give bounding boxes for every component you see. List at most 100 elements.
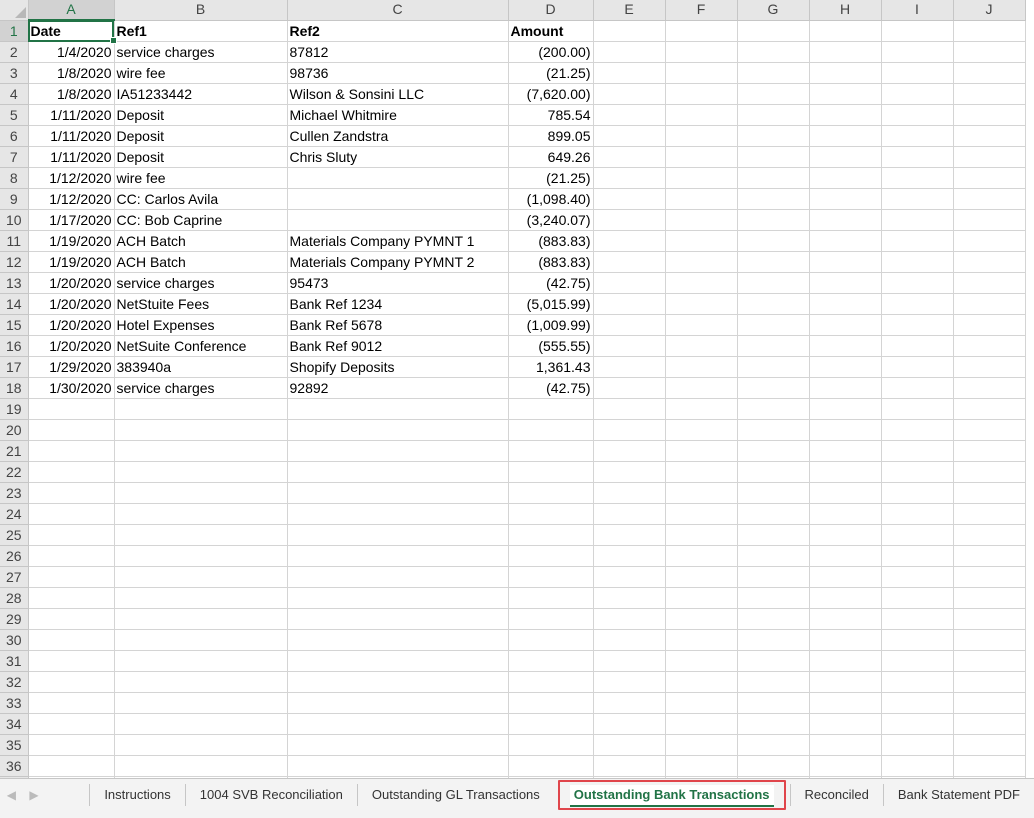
cell-j26[interactable] (953, 545, 1026, 567)
cell-g5[interactable] (737, 104, 810, 126)
column-header-i[interactable]: I (881, 0, 954, 21)
cell-d12[interactable]: (883.83) (508, 251, 594, 273)
cell-j15[interactable] (953, 314, 1026, 336)
cell-a33[interactable] (28, 692, 115, 714)
cell-a9[interactable]: 1/12/2020 (28, 188, 115, 210)
row-header[interactable]: 19 (0, 398, 29, 420)
cell-a31[interactable] (28, 650, 115, 672)
cell-b8[interactable]: wire fee (114, 167, 288, 189)
cell-c3[interactable]: 98736 (287, 62, 509, 84)
row-header[interactable]: 30 (0, 629, 29, 651)
cell-i34[interactable] (881, 713, 954, 735)
cell-c11[interactable]: Materials Company PYMNT 1 (287, 230, 509, 252)
cell-i18[interactable] (881, 377, 954, 399)
cell-g31[interactable] (737, 650, 810, 672)
cell-d19[interactable] (508, 398, 594, 420)
cell-d11[interactable]: (883.83) (508, 230, 594, 252)
cell-i8[interactable] (881, 167, 954, 189)
cell-f9[interactable] (665, 188, 738, 210)
cell-g7[interactable] (737, 146, 810, 168)
cell-i15[interactable] (881, 314, 954, 336)
row-header[interactable]: 9 (0, 188, 29, 210)
cell-e23[interactable] (593, 482, 666, 504)
cell-b5[interactable]: Deposit (114, 104, 288, 126)
cell-d31[interactable] (508, 650, 594, 672)
cell-c26[interactable] (287, 545, 509, 567)
cell-b7[interactable]: Deposit (114, 146, 288, 168)
cell-f25[interactable] (665, 524, 738, 546)
cell-i14[interactable] (881, 293, 954, 315)
cell-d29[interactable] (508, 608, 594, 630)
cell-c22[interactable] (287, 461, 509, 483)
cell-i28[interactable] (881, 587, 954, 609)
cell-f17[interactable] (665, 356, 738, 378)
cell-c7[interactable]: Chris Sluty (287, 146, 509, 168)
cell-e20[interactable] (593, 419, 666, 441)
cell-b3[interactable]: wire fee (114, 62, 288, 84)
cell-a34[interactable] (28, 713, 115, 735)
row-header[interactable]: 21 (0, 440, 29, 462)
cell-e36[interactable] (593, 755, 666, 777)
cell-b26[interactable] (114, 545, 288, 567)
cell-b2[interactable]: service charges (114, 41, 288, 63)
cell-d17[interactable]: 1,361.43 (508, 356, 594, 378)
worksheet-table[interactable]: ABCDEFGHIJ 1 Date Ref1 Ref2 Amount 2 1/4/2020 s… (0, 0, 1026, 778)
cell-e32[interactable] (593, 671, 666, 693)
row-header[interactable]: 13 (0, 272, 29, 294)
sheet-tab-outstanding-bank-transactions[interactable]: Outstanding Bank Transactions (557, 780, 786, 810)
cell-g10[interactable] (737, 209, 810, 231)
cell-j31[interactable] (953, 650, 1026, 672)
cell-j8[interactable] (953, 167, 1026, 189)
cell-a26[interactable] (28, 545, 115, 567)
cell-h15[interactable] (809, 314, 882, 336)
row-header[interactable]: 18 (0, 377, 29, 399)
cell-g15[interactable] (737, 314, 810, 336)
cell-e4[interactable] (593, 83, 666, 105)
row-header[interactable]: 16 (0, 335, 29, 357)
cell-b24[interactable] (114, 503, 288, 525)
cell-b12[interactable]: ACH Batch (114, 251, 288, 273)
row-header[interactable]: 31 (0, 650, 29, 672)
cell-b22[interactable] (114, 461, 288, 483)
cell-g16[interactable] (737, 335, 810, 357)
cell-j34[interactable] (953, 713, 1026, 735)
row-header[interactable]: 23 (0, 482, 29, 504)
cell-d22[interactable] (508, 461, 594, 483)
cell-f31[interactable] (665, 650, 738, 672)
cell-f22[interactable] (665, 461, 738, 483)
cell-j12[interactable] (953, 251, 1026, 273)
cell-f13[interactable] (665, 272, 738, 294)
cell-c34[interactable] (287, 713, 509, 735)
sheet-tab-reconciled[interactable]: Reconciled (789, 784, 883, 806)
row-header[interactable]: 7 (0, 146, 29, 168)
cell-h12[interactable] (809, 251, 882, 273)
cell-h3[interactable] (809, 62, 882, 84)
cell-a14[interactable]: 1/20/2020 (28, 293, 115, 315)
row-header[interactable]: 33 (0, 692, 29, 714)
cell-f27[interactable] (665, 566, 738, 588)
cell-g19[interactable] (737, 398, 810, 420)
cell-j36[interactable] (953, 755, 1026, 777)
cell-g22[interactable] (737, 461, 810, 483)
cell-e6[interactable] (593, 125, 666, 147)
row-header[interactable]: 8 (0, 167, 29, 189)
cell-b9[interactable]: CC: Carlos Avila (114, 188, 288, 210)
cell-g36[interactable] (737, 755, 810, 777)
cell-c15[interactable]: Bank Ref 5678 (287, 314, 509, 336)
cell-g8[interactable] (737, 167, 810, 189)
cell-a25[interactable] (28, 524, 115, 546)
cell-c1[interactable]: Ref2 (287, 20, 509, 42)
sheet-tab-instructions[interactable]: Instructions (89, 784, 184, 806)
cell-a11[interactable]: 1/19/2020 (28, 230, 115, 252)
column-header-d[interactable]: D (508, 0, 594, 21)
cell-c30[interactable] (287, 629, 509, 651)
cell-a4[interactable]: 1/8/2020 (28, 83, 115, 105)
cell-h20[interactable] (809, 419, 882, 441)
cell-h17[interactable] (809, 356, 882, 378)
cell-b25[interactable] (114, 524, 288, 546)
cell-a19[interactable] (28, 398, 115, 420)
cell-g18[interactable] (737, 377, 810, 399)
cell-h14[interactable] (809, 293, 882, 315)
row-header[interactable]: 11 (0, 230, 29, 252)
cell-g24[interactable] (737, 503, 810, 525)
